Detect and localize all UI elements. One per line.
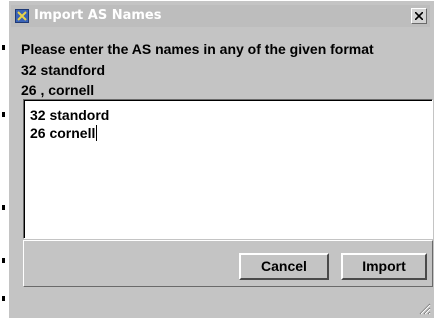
input-line-2: 26 cornell bbox=[30, 125, 96, 141]
resize-grip-icon[interactable] bbox=[417, 301, 431, 315]
app-icon bbox=[15, 9, 29, 23]
instruction-text: Please enter the AS names in any of the … bbox=[21, 41, 374, 57]
background-tick bbox=[2, 258, 5, 263]
background-window-edge bbox=[0, 0, 8, 318]
title-bar[interactable]: Import AS Names bbox=[11, 5, 430, 27]
text-caret bbox=[96, 125, 98, 141]
import-as-names-dialog: Import AS Names Please enter the AS name… bbox=[8, 0, 434, 318]
window-title: Import AS Names bbox=[34, 8, 162, 23]
format-example-2: 26 , cornell bbox=[21, 82, 95, 98]
import-button[interactable]: Import bbox=[341, 253, 427, 280]
close-button[interactable] bbox=[411, 8, 427, 24]
button-bar: Cancel Import bbox=[23, 240, 433, 287]
format-example-1: 32 standford bbox=[21, 62, 106, 78]
input-line-2-wrap: 26 cornell bbox=[30, 124, 426, 142]
as-names-input[interactable]: 32 standord 26 cornell bbox=[23, 99, 433, 239]
background-tick bbox=[2, 45, 5, 50]
background-tick bbox=[2, 205, 5, 210]
background-tick bbox=[2, 296, 5, 301]
close-icon bbox=[415, 12, 423, 20]
status-strip bbox=[23, 289, 433, 317]
input-line-1: 32 standord bbox=[30, 107, 110, 123]
cancel-button[interactable]: Cancel bbox=[239, 253, 329, 280]
background-tick bbox=[2, 112, 5, 117]
